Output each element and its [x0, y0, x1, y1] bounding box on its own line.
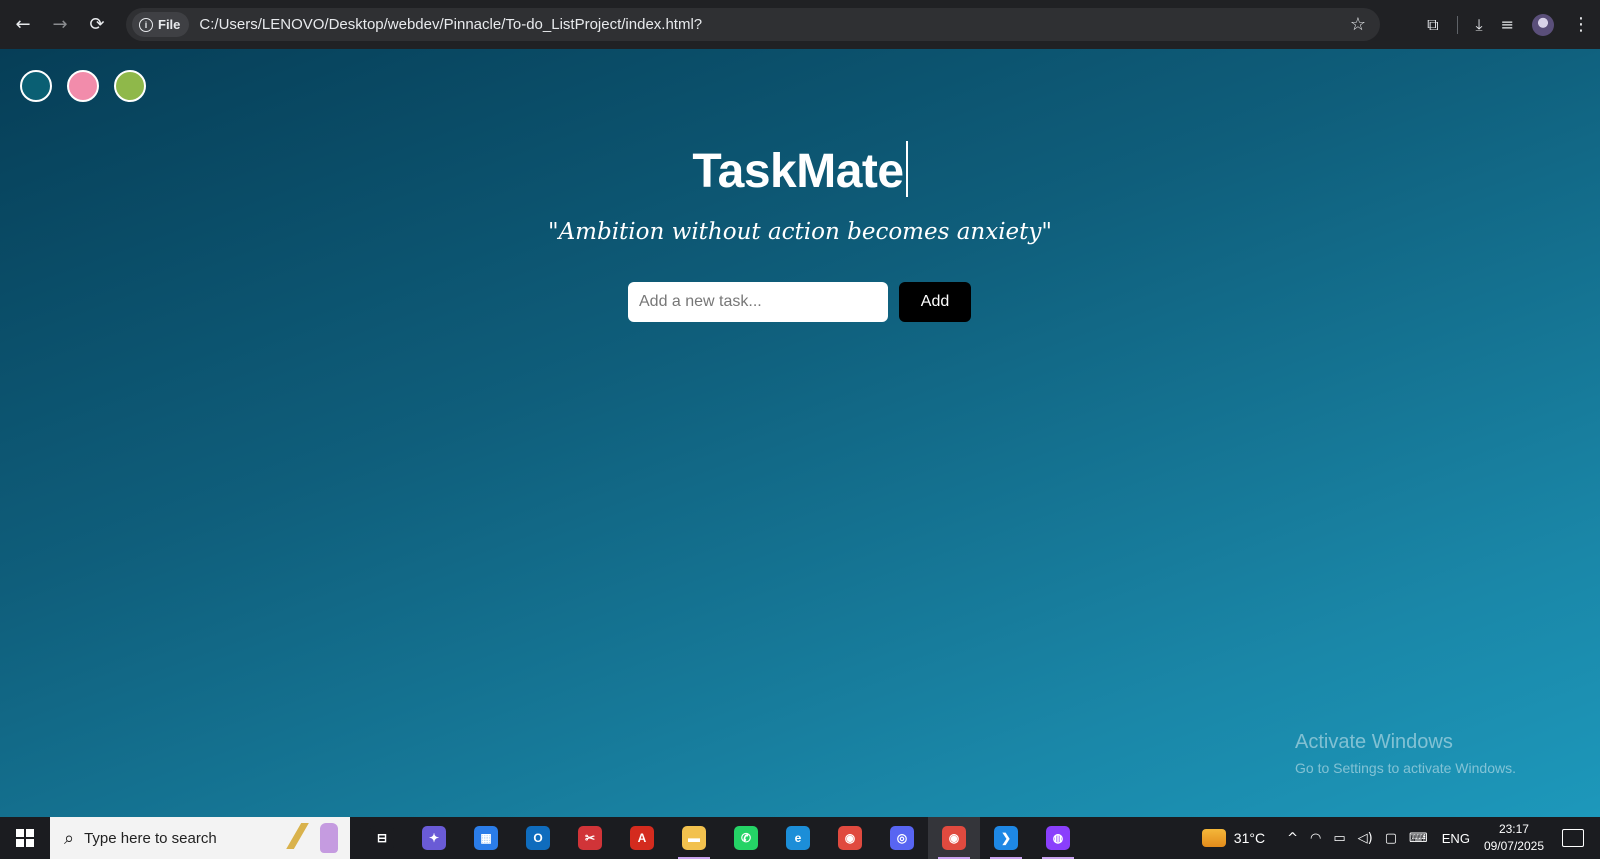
clock-time: 23:17: [1498, 822, 1529, 836]
address-bar[interactable]: i File C:/Users/LENOVO/Desktop/webdev/Pi…: [126, 8, 1380, 41]
site-info-label: File: [158, 17, 181, 32]
activation-watermark: Activate Windows Go to Settings to activ…: [1295, 731, 1516, 776]
taskbar-app-acrobat[interactable]: A: [616, 817, 668, 859]
taskbar-app-whatsapp[interactable]: ✆: [720, 817, 772, 859]
taskbar-app-copilot[interactable]: ✦: [408, 817, 460, 859]
info-icon: i: [139, 17, 153, 32]
microsoft-store-icon: ▦: [474, 826, 498, 850]
battery-icon[interactable]: ▭: [1333, 831, 1345, 846]
taskbar: ⌕ Type here to search ⊟ ✦ ▦ O ✂ A ▬ ✆ e ◉ ◎ ◉ ❯ ◍ 31°…: [0, 817, 1600, 859]
back-button[interactable]: ←: [9, 11, 37, 39]
taskbar-app-chrome[interactable]: ◉: [824, 817, 876, 859]
clock-date: 09/07/2025: [1483, 839, 1544, 853]
system-tray: 31°C ^ ◠ ▭ ◁) ▢ ⌨ ENG 23:17 09/07/2025: [1201, 817, 1600, 859]
toolbar-divider: [1456, 15, 1458, 34]
toolbar-actions: ⧉ ⤓ ≡ ⋮: [1427, 0, 1590, 49]
taskbar-app-task-view[interactable]: ⊟: [356, 817, 408, 859]
taskbar-app-vscode[interactable]: ❯: [980, 817, 1032, 859]
clock[interactable]: 23:17 09/07/2025: [1484, 821, 1544, 855]
theme-dot-green[interactable]: [114, 70, 146, 102]
profile-avatar[interactable]: [1532, 13, 1554, 36]
weather-widget[interactable]: 31°C: [1201, 829, 1266, 847]
chrome-profile-icon: ◉: [942, 826, 966, 850]
add-task-button[interactable]: Add: [899, 282, 971, 322]
taskbar-app-edge[interactable]: e: [772, 817, 824, 859]
page-content: TaskMate "Ambition without action become…: [0, 49, 1600, 817]
windows-logo-icon: [16, 829, 34, 847]
menu-icon[interactable]: ⋮: [1572, 14, 1590, 35]
taskbar-app-chrome-profile[interactable]: ◉: [928, 817, 980, 859]
title-text: TaskMate: [692, 145, 904, 198]
theme-dot-teal[interactable]: [20, 70, 52, 102]
site-info-chip[interactable]: i File: [132, 12, 190, 37]
edge-icon: e: [786, 826, 810, 850]
search-placeholder: Type here to search: [84, 829, 217, 847]
download-icon[interactable]: ⤓: [1476, 15, 1483, 35]
taskbar-app-discord[interactable]: ◎: [876, 817, 928, 859]
task-view-icon: ⊟: [370, 826, 394, 850]
acrobat-icon: A: [630, 826, 654, 850]
volume-icon[interactable]: ◁): [1358, 831, 1373, 846]
pinned-apps: ⊟ ✦ ▦ O ✂ A ▬ ✆ e ◉ ◎ ◉ ❯ ◍: [356, 817, 1084, 859]
taskbar-search[interactable]: ⌕ Type here to search: [50, 817, 350, 859]
weather-icon: [1201, 829, 1226, 847]
watermark-subtitle: Go to Settings to activate Windows.: [1295, 760, 1516, 776]
new-task-input[interactable]: [628, 282, 888, 322]
copilot-icon: ✦: [422, 826, 446, 850]
taskbar-app-github-desktop[interactable]: ◍: [1032, 817, 1084, 859]
text-caret: [905, 141, 908, 197]
taskbar-app-snipping-tool[interactable]: ✂: [564, 817, 616, 859]
search-highlight-image: [278, 823, 338, 853]
media-control-icon[interactable]: ≡: [1501, 15, 1514, 34]
language-indicator[interactable]: ENG: [1442, 831, 1470, 846]
github-desktop-icon: ◍: [1046, 826, 1070, 850]
search-icon: ⌕: [64, 827, 75, 849]
shoe-image: [278, 823, 314, 849]
page-title: TaskMate: [0, 141, 1600, 199]
reload-button[interactable]: ⟳: [83, 11, 111, 39]
bookmark-star-icon[interactable]: ☆: [1350, 14, 1366, 35]
start-button[interactable]: [0, 817, 50, 859]
taskbar-app-outlook[interactable]: O: [512, 817, 564, 859]
whatsapp-icon: ✆: [734, 826, 758, 850]
discord-icon: ◎: [890, 826, 914, 850]
taskbar-app-file-explorer[interactable]: ▬: [668, 817, 720, 859]
tray-icons: ^ ◠ ▭ ◁) ▢ ⌨: [1287, 831, 1428, 846]
notifications-icon[interactable]: [1562, 829, 1584, 847]
motivational-quote: "Ambition without action becomes anxiety…: [547, 219, 1052, 245]
outlook-icon: O: [526, 826, 550, 850]
snipping-tool-icon: ✂: [578, 826, 602, 850]
browser-toolbar: ← → ⟳ i File C:/Users/LENOVO/Desktop/web…: [0, 0, 1600, 50]
forward-button[interactable]: →: [46, 11, 74, 39]
extensions-icon[interactable]: ⧉: [1427, 15, 1438, 35]
arrow-right-icon: →: [52, 14, 68, 35]
meet-now-icon[interactable]: ▢: [1385, 831, 1397, 846]
file-explorer-icon: ▬: [682, 826, 706, 850]
arrow-left-icon: ←: [15, 14, 31, 35]
show-hidden-icons-icon[interactable]: ^: [1287, 831, 1298, 846]
temperature: 31°C: [1233, 830, 1266, 846]
reload-icon: ⟳: [89, 14, 105, 35]
chrome-icon: ◉: [838, 826, 862, 850]
taskbar-app-microsoft-store[interactable]: ▦: [460, 817, 512, 859]
url-text[interactable]: C:/Users/LENOVO/Desktop/webdev/Pinnacle/…: [199, 16, 702, 33]
theme-dot-pink[interactable]: [67, 70, 99, 102]
vscode-icon: ❯: [994, 826, 1018, 850]
bottle-image: [320, 823, 338, 853]
keyboard-icon[interactable]: ⌨: [1409, 831, 1428, 846]
watermark-title: Activate Windows: [1295, 731, 1453, 753]
theme-picker: [20, 70, 146, 102]
wifi-icon[interactable]: ◠: [1310, 831, 1321, 846]
